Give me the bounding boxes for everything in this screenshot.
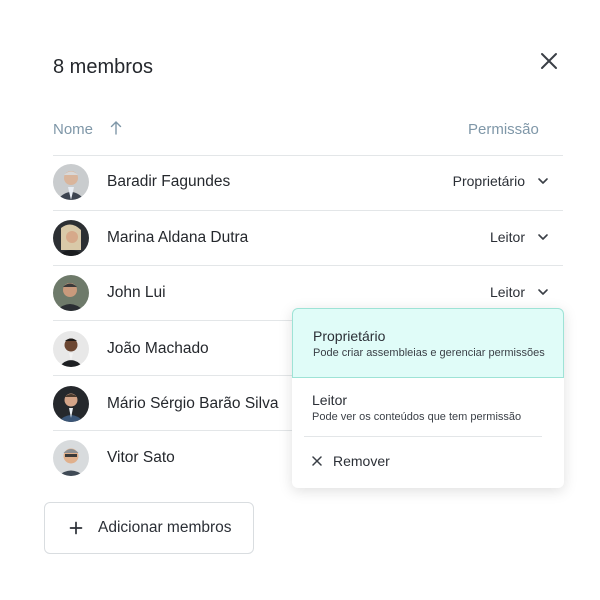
avatar xyxy=(53,386,89,422)
chevron-down-icon xyxy=(538,234,548,240)
remove-label: Remover xyxy=(333,453,390,469)
option-title: Leitor xyxy=(312,392,348,408)
option-description: Pode ver os conteúdos que tem permissão xyxy=(312,411,522,423)
member-name: Baradir Fagundes xyxy=(107,173,231,190)
permission-label: Proprietário xyxy=(452,173,525,189)
column-header-name[interactable]: Nome xyxy=(53,121,93,138)
column-header-permission: Permissão xyxy=(468,121,539,138)
chevron-down-icon xyxy=(538,178,548,184)
member-name: Marina Aldana Dutra xyxy=(107,229,249,246)
permission-label: Leitor xyxy=(489,229,525,245)
avatar xyxy=(53,331,89,367)
table-row: Baradir Fagundes Proprietário xyxy=(53,155,563,209)
chevron-down-icon xyxy=(538,289,548,295)
permission-dropdown: Proprietário Pode criar assembleias e ge… xyxy=(292,308,564,488)
option-leitor[interactable]: Leitor Pode ver os conteúdos que tem per… xyxy=(292,380,564,436)
option-description: Pode criar assembleias e gerenciar permi… xyxy=(313,347,545,359)
dialog-title: 8 membros xyxy=(53,56,154,78)
avatar xyxy=(53,440,89,476)
member-name: Mário Sérgio Barão Silva xyxy=(107,395,279,412)
member-name: John Lui xyxy=(107,284,166,301)
member-name: Vitor Sato xyxy=(107,449,175,466)
permission-label: Leitor xyxy=(489,284,525,300)
option-proprietario[interactable]: Proprietário Pode criar assembleias e ge… xyxy=(292,308,564,378)
avatar xyxy=(53,164,89,200)
table-divider xyxy=(53,375,293,376)
arrow-up-icon[interactable] xyxy=(109,120,123,136)
x-icon xyxy=(312,456,322,466)
member-name: João Machado xyxy=(107,340,209,357)
permission-select[interactable]: Proprietário xyxy=(453,169,549,193)
plus-icon xyxy=(69,521,83,535)
remove-button[interactable]: Remover xyxy=(312,450,390,472)
permission-select[interactable]: Leitor xyxy=(490,225,549,249)
close-icon[interactable] xyxy=(538,50,560,72)
avatar xyxy=(53,275,89,311)
permission-select[interactable]: Leitor xyxy=(490,280,549,304)
table-row: Marina Aldana Dutra Leitor xyxy=(53,211,563,265)
add-members-button[interactable]: Adicionar membros xyxy=(44,502,254,554)
option-title: Proprietário xyxy=(313,328,386,344)
avatar xyxy=(53,220,89,256)
add-members-label: Adicionar membros xyxy=(98,519,232,536)
dropdown-divider xyxy=(304,436,542,437)
